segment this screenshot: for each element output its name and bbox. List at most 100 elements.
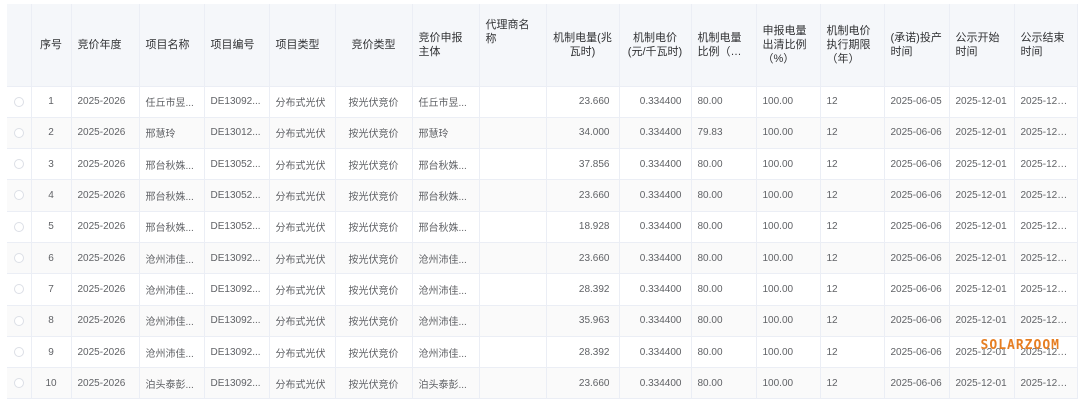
cell-seq: 9 (31, 336, 72, 369)
cell-subject: 邢慧玲 (412, 117, 480, 150)
row-select-cell[interactable] (7, 273, 32, 306)
cell-bid-type: 按光伏竞价 (335, 86, 413, 118)
cell-bid-type: 按光伏竞价 (335, 117, 413, 150)
table-row[interactable]: 4 2025-2026 邢台秋姝... DE13052... 分布式光伏 按光伏竞价 邢台秋… (7, 179, 1078, 212)
cell-name: 任丘市昱... (139, 86, 205, 118)
row-select-cell[interactable] (7, 305, 32, 337)
cell-name: 邢台秋姝... (139, 148, 205, 181)
cell-project-type: 分布式光伏 (269, 367, 336, 399)
table-row[interactable]: 9 2025-2026 沧州沛佳... DE13092... 分布式光伏 按光伏竞价 沧州沛… (7, 336, 1078, 369)
cell-subject: 邢台秋姝... (412, 211, 480, 243)
cell-ratio: 80.00 (691, 179, 757, 212)
row-radio-button[interactable] (13, 159, 24, 170)
row-radio-button[interactable] (13, 284, 24, 295)
cell-bid-type: 按光伏竞价 (335, 336, 413, 369)
cell-seq: 6 (31, 242, 72, 275)
cell-energy: 35.963 (546, 305, 620, 337)
row-select-cell[interactable] (7, 148, 32, 181)
cell-name: 沧州沛佳... (139, 336, 205, 369)
cell-year: 2025-2026 (71, 336, 140, 369)
header-agent: 代理商名称 (479, 4, 547, 87)
cell-price: 0.334400 (619, 179, 692, 212)
cell-code: DE13092... (204, 242, 270, 275)
cell-agent (479, 179, 547, 212)
row-radio-button[interactable] (13, 346, 24, 357)
header-project-type: 项目类型 (269, 4, 336, 87)
cell-pub-end: 2025-12-03 (1014, 117, 1078, 150)
bid-results-table: 序号 竞价年度 项目名称 项目编号 项目类型 竞价类型 竞价申报主体 代理商名称… (7, 4, 1078, 399)
row-radio-button[interactable] (13, 378, 24, 389)
row-radio-button[interactable] (13, 221, 24, 232)
row-radio-button[interactable] (13, 252, 24, 263)
cell-term: 12 (820, 86, 885, 118)
cell-bid-type: 按光伏竞价 (335, 273, 413, 306)
cell-energy: 34.000 (546, 117, 620, 150)
cell-seq: 4 (31, 179, 72, 212)
header-ratio: 机制电量比例（%） (691, 4, 757, 87)
cell-price: 0.334400 (619, 242, 692, 275)
row-select-cell[interactable] (7, 179, 32, 212)
cell-commit-time: 2025-06-06 (884, 367, 950, 399)
cell-pub-end: 2025-12-03 (1014, 86, 1078, 118)
cell-name: 泊头泰彭... (139, 367, 205, 399)
cell-code: DE13052... (204, 179, 270, 212)
cell-year: 2025-2026 (71, 179, 140, 212)
cell-project-type: 分布式光伏 (269, 148, 336, 181)
cell-code: DE13092... (204, 86, 270, 118)
header-seq: 序号 (31, 4, 72, 87)
header-pub-end: 公示结束时间 (1014, 4, 1078, 87)
cell-project-type: 分布式光伏 (269, 242, 336, 275)
cell-year: 2025-2026 (71, 242, 140, 275)
cell-project-type: 分布式光伏 (269, 305, 336, 337)
row-select-cell[interactable] (7, 86, 32, 118)
table-row[interactable]: 6 2025-2026 沧州沛佳... DE13092... 分布式光伏 按光伏竞价 沧州沛… (7, 242, 1078, 275)
cell-pub-end: 2025-12-03 (1014, 367, 1078, 399)
cell-project-type: 分布式光伏 (269, 86, 336, 118)
cell-year: 2025-2026 (71, 148, 140, 181)
cell-clear-ratio: 100.00 (756, 367, 821, 399)
cell-price: 0.334400 (619, 86, 692, 118)
cell-agent (479, 305, 547, 337)
cell-seq: 2 (31, 117, 72, 150)
cell-agent (479, 117, 547, 150)
cell-clear-ratio: 100.00 (756, 117, 821, 150)
row-select-cell[interactable] (7, 336, 32, 369)
row-radio-button[interactable] (13, 190, 24, 201)
table-row[interactable]: 3 2025-2026 邢台秋姝... DE13052... 分布式光伏 按光伏竞价 邢台秋… (7, 148, 1078, 181)
cell-energy: 28.392 (546, 273, 620, 306)
row-select-cell[interactable] (7, 211, 32, 243)
row-radio-button[interactable] (13, 127, 24, 138)
cell-term: 12 (820, 179, 885, 212)
cell-name: 沧州沛佳... (139, 305, 205, 337)
row-radio-button[interactable] (13, 96, 24, 107)
table-row[interactable]: 5 2025-2026 邢台秋姝... DE13052... 分布式光伏 按光伏竞价 邢台秋… (7, 211, 1078, 243)
cell-term: 12 (820, 242, 885, 275)
cell-seq: 1 (31, 86, 72, 118)
cell-term: 12 (820, 305, 885, 337)
table-row[interactable]: 1 2025-2026 任丘市昱... DE13092... 分布式光伏 按光伏竞价 任丘市… (7, 86, 1078, 118)
cell-year: 2025-2026 (71, 117, 140, 150)
cell-term: 12 (820, 148, 885, 181)
cell-project-type: 分布式光伏 (269, 211, 336, 243)
cell-clear-ratio: 100.00 (756, 273, 821, 306)
cell-agent (479, 148, 547, 181)
cell-energy: 23.660 (546, 367, 620, 399)
header-term: 机制电价执行期限（年） (820, 4, 885, 87)
table-row[interactable]: 2 2025-2026 邢慧玲 DE13012... 分布式光伏 按光伏竞价 邢慧玲 34.0… (7, 117, 1078, 150)
row-select-cell[interactable] (7, 367, 32, 399)
row-select-cell[interactable] (7, 117, 32, 150)
cell-pub-end: 2025-12-03 (1014, 242, 1078, 275)
cell-price: 0.334400 (619, 211, 692, 243)
cell-ratio: 80.00 (691, 367, 757, 399)
cell-agent (479, 242, 547, 275)
cell-project-type: 分布式光伏 (269, 179, 336, 212)
table-row[interactable]: 8 2025-2026 沧州沛佳... DE13092... 分布式光伏 按光伏竞价 沧州沛… (7, 305, 1078, 337)
row-radio-button[interactable] (13, 315, 24, 326)
cell-pub-start: 2025-12-01 (949, 242, 1015, 275)
table-row[interactable]: 10 2025-2026 泊头泰彭... DE13092... 分布式光伏 按光伏竞价 泊头… (7, 367, 1078, 399)
cell-agent (479, 273, 547, 306)
table-row[interactable]: 7 2025-2026 沧州沛佳... DE13092... 分布式光伏 按光伏竞价 沧州沛… (7, 273, 1078, 306)
cell-term: 12 (820, 367, 885, 399)
cell-price: 0.334400 (619, 148, 692, 181)
row-select-cell[interactable] (7, 242, 32, 275)
